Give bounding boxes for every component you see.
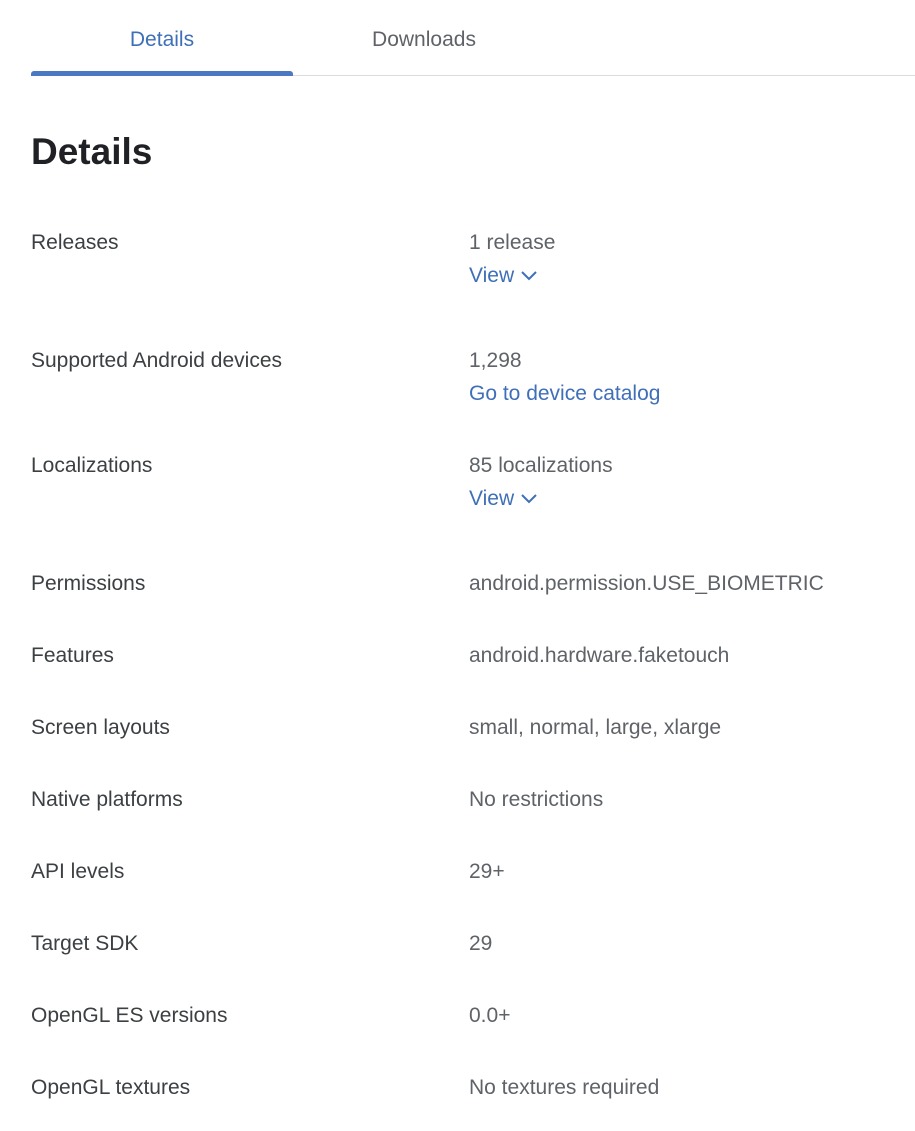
tab-details-label: Details [129, 28, 195, 51]
chevron-down-icon [521, 494, 537, 504]
row-value: 29+ [469, 860, 505, 883]
page-title: Details [31, 131, 153, 172]
row-label: OpenGL ES versions [31, 1004, 228, 1027]
row-value: No textures required [469, 1076, 660, 1099]
row-value: android.hardware.faketouch [469, 644, 730, 667]
row-label: Target SDK [31, 932, 139, 955]
row-label: Localizations [31, 454, 153, 477]
localizations-view-link[interactable]: View [469, 487, 538, 511]
row-value: small, normal, large, xlarge [469, 716, 722, 739]
releases-view-link[interactable]: View [469, 264, 538, 288]
tab-downloads-label: Downloads [372, 28, 476, 51]
active-tab-indicator [31, 71, 293, 76]
row-value: 1 release [469, 231, 556, 254]
tab-downloads[interactable]: Downloads [293, 28, 555, 75]
row-label: Native platforms [31, 788, 183, 811]
device-catalog-link[interactable]: Go to device catalog [469, 382, 660, 406]
link-label: View [469, 487, 515, 510]
row-label: Features [31, 644, 114, 667]
row-value: 0.0+ [469, 1004, 511, 1027]
row-label: OpenGL textures [31, 1076, 191, 1099]
chevron-down-icon [521, 271, 537, 281]
tab-bar: Details Downloads [31, 0, 915, 76]
row-value: 1,298 [469, 349, 522, 372]
row-value: 29 [469, 932, 493, 955]
row-label: API levels [31, 860, 125, 883]
row-value: 85 localizations [469, 454, 613, 477]
row-label: Supported Android devices [31, 349, 283, 372]
link-label: View [469, 264, 515, 287]
row-label: Releases [31, 231, 119, 254]
row-label: Screen layouts [31, 716, 170, 739]
tab-details[interactable]: Details [31, 28, 293, 76]
row-value: No restrictions [469, 788, 604, 811]
row-value: android.permission.USE_BIOMETRIC [469, 572, 824, 595]
row-label: Permissions [31, 572, 146, 595]
